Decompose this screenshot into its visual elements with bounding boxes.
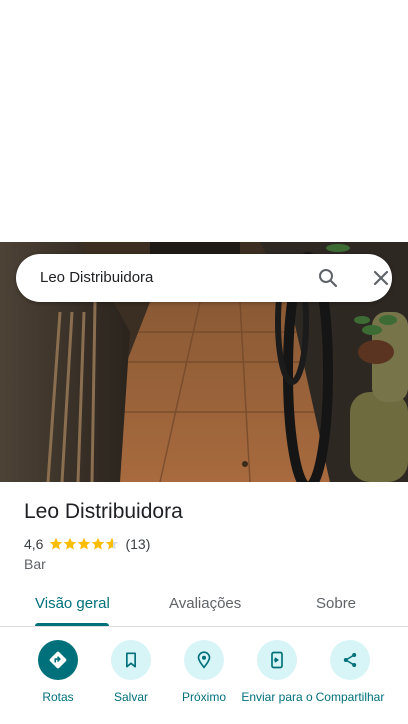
tab-about[interactable]: Sobre bbox=[316, 595, 356, 612]
star-icon bbox=[64, 537, 77, 550]
action-bar: Rotas Salvar Próximo Enviar para o Compa… bbox=[0, 640, 408, 724]
star-icon bbox=[78, 537, 91, 550]
nearby-button[interactable]: Próximo bbox=[166, 640, 242, 705]
send-to-phone-label: Enviar para o bbox=[241, 690, 313, 704]
nearby-label: Próximo bbox=[181, 690, 226, 704]
star-icon bbox=[92, 537, 105, 550]
share-icon bbox=[330, 640, 370, 680]
rating-value: 4,6 bbox=[24, 536, 44, 552]
close-icon[interactable] bbox=[369, 266, 393, 290]
search-input[interactable]: Leo Distribuidora bbox=[40, 269, 153, 286]
directions-label: Rotas bbox=[42, 690, 74, 704]
bookmark-icon bbox=[111, 640, 151, 680]
place-category[interactable]: Bar bbox=[24, 556, 46, 572]
directions-icon bbox=[38, 640, 78, 680]
star-icon bbox=[50, 537, 63, 550]
send-to-phone-icon bbox=[257, 640, 297, 680]
share-label: Compartilhar bbox=[315, 690, 385, 704]
save-button[interactable]: Salvar bbox=[93, 640, 169, 705]
share-button[interactable]: Compartilhar bbox=[312, 640, 388, 705]
send-to-phone-button[interactable]: Enviar para o bbox=[239, 640, 315, 705]
map-area bbox=[0, 0, 408, 242]
active-tab-indicator bbox=[35, 623, 109, 626]
nearby-icon bbox=[184, 640, 224, 680]
rating-row[interactable]: 4,6 (13) bbox=[24, 535, 150, 553]
place-title: Leo Distribuidora bbox=[24, 500, 183, 523]
search-bar[interactable]: Leo Distribuidora bbox=[16, 254, 392, 302]
star-rating bbox=[49, 537, 119, 551]
tab-reviews[interactable]: Avaliações bbox=[169, 595, 241, 612]
directions-button[interactable]: Rotas bbox=[20, 640, 96, 705]
tab-bar: Visão geral Avaliações Sobre bbox=[0, 584, 408, 627]
search-icon[interactable] bbox=[316, 266, 340, 290]
star-icon bbox=[106, 537, 119, 550]
tab-overview[interactable]: Visão geral bbox=[35, 595, 110, 612]
review-count[interactable]: (13) bbox=[125, 536, 150, 552]
save-label: Salvar bbox=[113, 690, 148, 704]
